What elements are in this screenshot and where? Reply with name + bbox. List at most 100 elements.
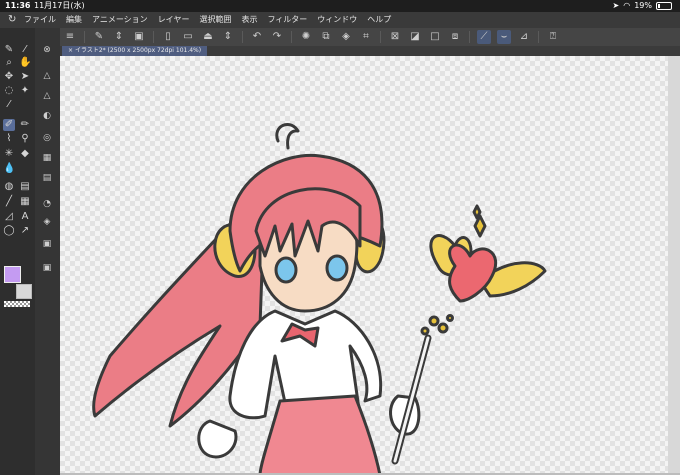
- eye-right: [325, 254, 349, 282]
- menu-file[interactable]: ファイル: [24, 12, 56, 28]
- battery-icon: [656, 2, 672, 10]
- color-set-icon[interactable]: ▦: [41, 152, 53, 164]
- sparkle-dot-4: [446, 314, 454, 322]
- panel-bar: ⊗ △ △ ◐ ◎ ▦ ▤ ◔ ◈ ▣ ▣: [35, 28, 60, 475]
- navigator-icon[interactable]: ▣: [41, 238, 53, 250]
- ruler-icon[interactable]: ◿: [3, 211, 15, 223]
- sparkle-small: [472, 204, 482, 220]
- clock: 11:36: [5, 1, 31, 10]
- command-bar: ≡ ✎ ⇕ ▣ ▯ ▭ ⏏ ⇕ ↶ ↷ ✺ ⧉ ◈ ⌗ ⊠ ◪ □ ⧈ ⟋ ⌣ …: [60, 28, 680, 46]
- move-icon[interactable]: ✥: [3, 71, 15, 83]
- sparkle-dot-1: [428, 315, 440, 327]
- document-tabs: × イラスト2* (2500 x 2500px 72dpi 101.4%): [60, 46, 680, 56]
- hand-icon[interactable]: ✋: [19, 57, 31, 69]
- gradient-icon[interactable]: ▤: [19, 181, 31, 193]
- text-icon[interactable]: A: [19, 211, 31, 223]
- ios-status-bar: 11:36 11月17日(水) ➤ ◠ 19%: [0, 0, 680, 12]
- sun-icon[interactable]: ✺: [299, 30, 313, 44]
- lasso-icon[interactable]: ◌: [3, 85, 15, 97]
- foreground-color-swatch[interactable]: [4, 266, 21, 283]
- canvas[interactable]: [60, 56, 680, 475]
- canvas-edge: [668, 56, 680, 475]
- transform-icon[interactable]: ⧈: [448, 30, 462, 44]
- menu-window[interactable]: ウィンドウ: [317, 12, 357, 28]
- pencil-tool-icon[interactable]: ✏: [19, 119, 31, 131]
- sub-tool-icon[interactable]: ⊗: [41, 44, 53, 56]
- sub-tool-pen-icon[interactable]: △: [41, 70, 53, 82]
- invert-icon[interactable]: ◪: [408, 30, 422, 44]
- fill-bucket-icon[interactable]: ◍: [3, 181, 15, 193]
- selection-icon[interactable]: □: [428, 30, 442, 44]
- sparkle-dot-3: [420, 326, 430, 336]
- ruler-snap-icon[interactable]: ⟋: [477, 30, 491, 44]
- copy-icon[interactable]: ⧉: [319, 30, 333, 44]
- menu-view[interactable]: 表示: [241, 12, 257, 28]
- date: 11月17日(水): [34, 1, 85, 10]
- separator: [84, 31, 85, 43]
- edit-icon[interactable]: ✎: [92, 30, 106, 44]
- pen-icon[interactable]: ✎: [3, 44, 15, 56]
- location-icon: ➤: [612, 1, 620, 10]
- gallery-icon[interactable]: ▣: [132, 30, 146, 44]
- crop-icon[interactable]: ⌗: [359, 30, 373, 44]
- tab-illustration-2[interactable]: × イラスト2* (2500 x 2500px 72dpi 101.4%): [62, 46, 208, 56]
- zoom-icon[interactable]: ⌕: [3, 57, 15, 69]
- background-color-swatch[interactable]: [16, 284, 32, 299]
- pencil-icon[interactable]: ⁄: [19, 44, 31, 56]
- special-ruler-icon[interactable]: ⌣: [497, 30, 511, 44]
- layer-property-icon[interactable]: ◔: [41, 198, 53, 210]
- battery-percent: 19%: [634, 1, 652, 10]
- brush-size-icon[interactable]: ◐: [41, 110, 53, 122]
- redo-icon[interactable]: ↷: [270, 30, 284, 44]
- airbrush-icon[interactable]: ⚲: [19, 133, 31, 145]
- menu-selection[interactable]: 選択範囲: [199, 12, 231, 28]
- menu-bar: ↻ ファイル 編集 アニメーション レイヤー 選択範囲 表示 フィルター ウィン…: [0, 12, 680, 28]
- updown-icon[interactable]: ⇕: [112, 30, 126, 44]
- menu-layer[interactable]: レイヤー: [158, 12, 190, 28]
- app-logo-icon[interactable]: ↻: [8, 12, 24, 28]
- eye-left: [274, 256, 298, 284]
- balloon-icon[interactable]: ◯: [3, 225, 15, 237]
- sparkle-dot-2: [437, 322, 449, 334]
- status-icons: ➤ ◠ 19%: [613, 0, 672, 12]
- menu-filter[interactable]: フィルター: [267, 12, 307, 28]
- new-file-icon[interactable]: ▯: [161, 30, 175, 44]
- separator: [242, 31, 243, 43]
- blend-icon[interactable]: 💧: [3, 163, 15, 175]
- object-icon[interactable]: ➤: [19, 71, 31, 83]
- frame-icon[interactable]: ▦: [19, 196, 31, 208]
- updown-icon[interactable]: ⇕: [221, 30, 235, 44]
- eraser-icon[interactable]: ◆: [19, 148, 31, 160]
- menu-animation[interactable]: アニメーション: [92, 12, 148, 28]
- brush-icon[interactable]: ⌇: [3, 133, 15, 145]
- material-icon[interactable]: ▣: [41, 262, 53, 274]
- sub-tool-marker-icon[interactable]: △: [41, 90, 53, 102]
- fill-icon[interactable]: ◈: [339, 30, 353, 44]
- color-history-icon[interactable]: ▤: [41, 172, 53, 184]
- glove-left: [197, 419, 238, 459]
- menu-edit[interactable]: 編集: [66, 12, 82, 28]
- open-folder-icon[interactable]: ▭: [181, 30, 195, 44]
- skirt: [258, 394, 382, 475]
- layers-icon[interactable]: ◈: [41, 216, 53, 228]
- tool-palette: ✎ ⁄ ⌕ ✋ ✥ ➤ ◌ ✦ ⁄ ✐ ✏ ⌇ ⚲ ✳ ◆ 💧 ◍ ▤ ╱ ▦ …: [0, 28, 35, 475]
- close-icon[interactable]: ×: [68, 47, 75, 54]
- eyedropper-icon[interactable]: ⁄: [3, 99, 15, 111]
- grid-snap-icon[interactable]: ⊿: [517, 30, 531, 44]
- figure-icon[interactable]: ╱: [3, 196, 15, 208]
- menu-help[interactable]: ヘルプ: [367, 12, 391, 28]
- save-icon[interactable]: ⏏: [201, 30, 215, 44]
- decoration-icon[interactable]: ✳: [3, 148, 15, 160]
- undo-icon[interactable]: ↶: [250, 30, 264, 44]
- help-icon[interactable]: ⍰: [546, 30, 560, 44]
- deselect-icon[interactable]: ⊠: [388, 30, 402, 44]
- color-wheel-icon[interactable]: ◎: [41, 132, 53, 144]
- transparent-color-swatch[interactable]: [4, 301, 30, 307]
- hamburger-icon[interactable]: ≡: [63, 30, 77, 44]
- ahoge: [275, 123, 300, 150]
- wifi-icon: ◠: [623, 1, 631, 10]
- correct-line-icon[interactable]: ↗: [19, 225, 31, 237]
- magic-wand-icon[interactable]: ✦: [19, 85, 31, 97]
- artwork: [92, 123, 547, 475]
- pen-tool-icon[interactable]: ✐: [3, 119, 15, 131]
